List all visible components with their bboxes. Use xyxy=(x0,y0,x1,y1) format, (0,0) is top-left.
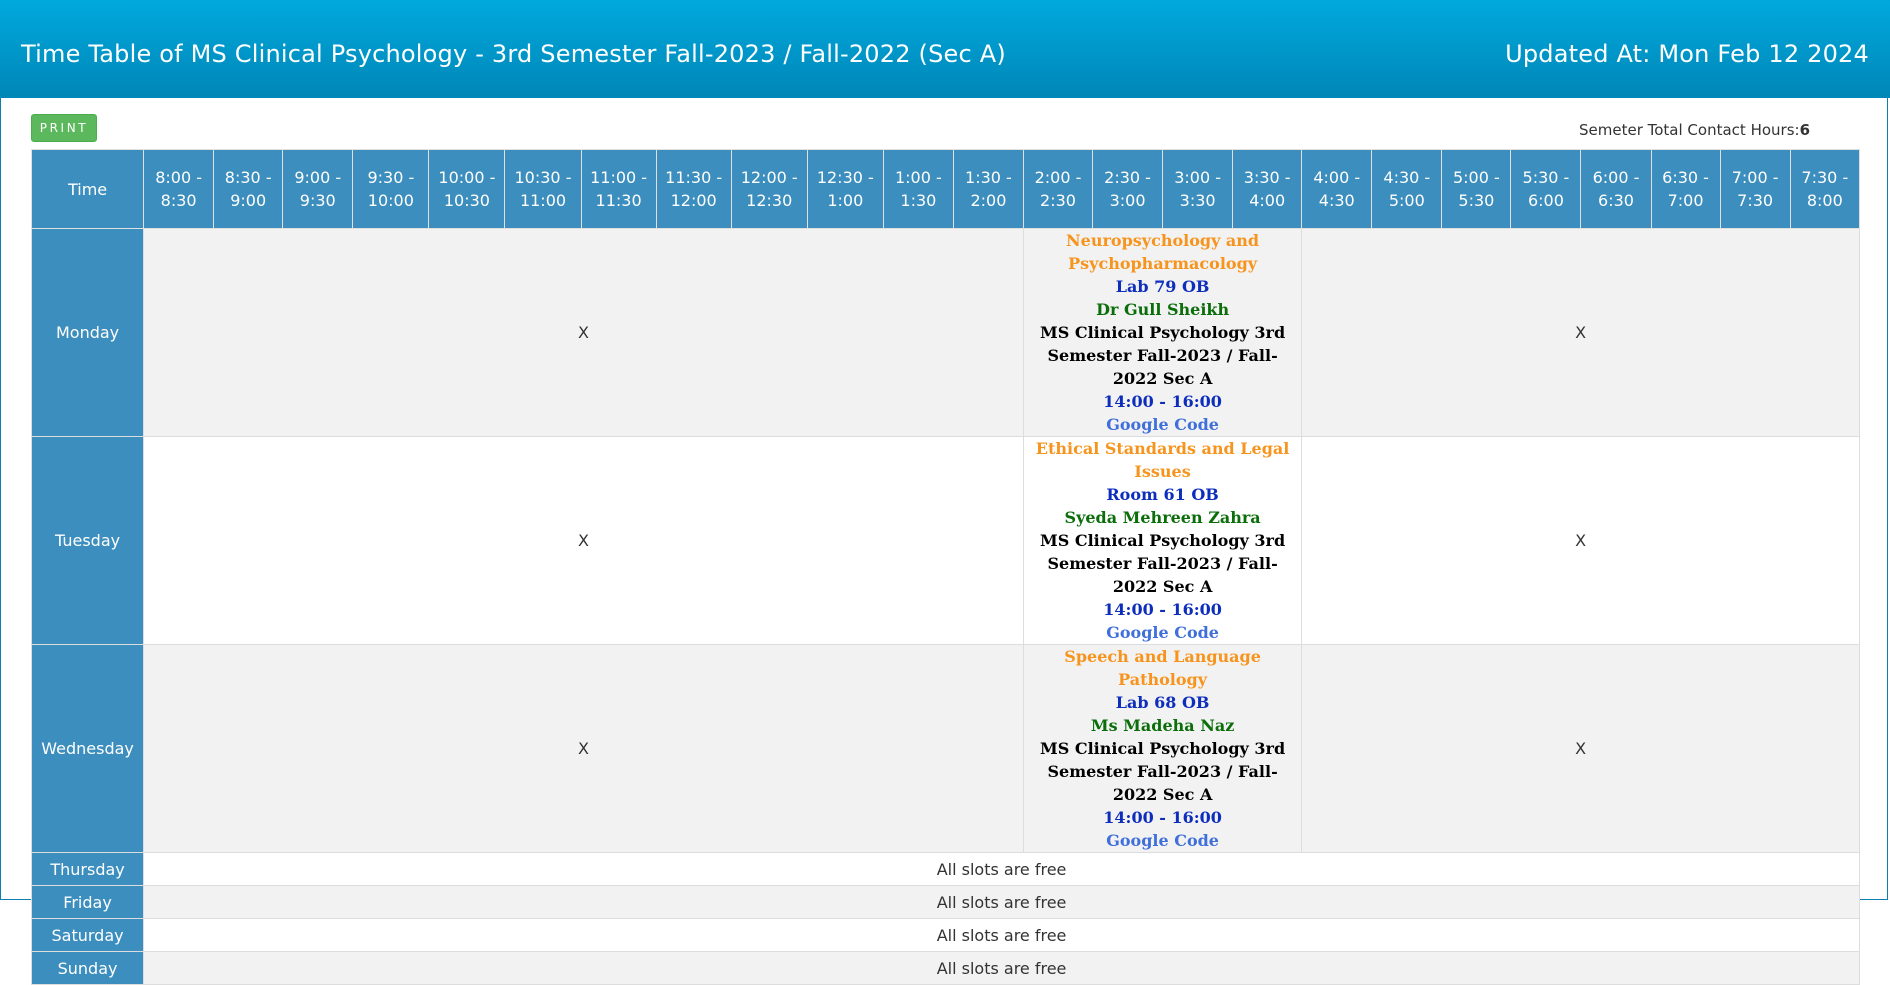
day-label: Thursday xyxy=(30,852,145,886)
slot-header: 1:00 - 1:30 xyxy=(882,149,954,229)
google-code-link[interactable]: Google Code xyxy=(1024,829,1301,852)
slot-header: 2:00 - 2:30 xyxy=(1022,149,1094,229)
slot-header: 2:30 - 3:00 xyxy=(1092,149,1164,229)
day-row-wednesday: Wednesday X Speech and Language Patholog… xyxy=(30,644,1860,853)
class-subject: Ethical Standards and Legal Issues xyxy=(1035,439,1290,481)
class-block[interactable]: Ethical Standards and Legal Issues Room … xyxy=(1022,436,1303,645)
contact-hours-label: Semeter Total Contact Hours: xyxy=(1579,121,1800,139)
print-button[interactable]: PRINT xyxy=(31,114,97,142)
slot-header: 4:00 - 4:30 xyxy=(1301,149,1373,229)
class-time: 14:00 - 16:00 xyxy=(1103,392,1222,411)
class-room: Lab 68 OB xyxy=(1115,693,1210,712)
slot-header: 1:30 - 2:00 xyxy=(952,149,1024,229)
google-code-link[interactable]: Google Code xyxy=(1024,621,1301,644)
slot-header: 10:00 - 10:30 xyxy=(428,149,506,229)
class-teacher: Ms Madeha Naz xyxy=(1090,716,1235,735)
free-slots-message: All slots are free xyxy=(143,918,1860,952)
free-slots-message: All slots are free xyxy=(143,885,1860,919)
contact-hours: Semeter Total Contact Hours:6 xyxy=(1579,121,1810,139)
day-label: Wednesday xyxy=(30,644,145,853)
slot-header: 3:30 - 4:00 xyxy=(1232,149,1303,229)
free-slots-message: All slots are free xyxy=(143,852,1860,886)
empty-slot: X xyxy=(143,644,1024,853)
class-teacher: Syeda Mehreen Zahra xyxy=(1064,508,1261,527)
class-subject: Neuropsychology and Psychopharmacology xyxy=(1066,231,1260,273)
page-title: Time Table of MS Clinical Psychology - 3… xyxy=(21,40,1006,68)
slot-header: 5:00 - 5:30 xyxy=(1441,149,1512,229)
slot-header: 3:00 - 3:30 xyxy=(1162,149,1234,229)
google-code-link[interactable]: Google Code xyxy=(1024,413,1301,436)
day-label: Monday xyxy=(30,228,145,437)
slot-header: 8:00 - 8:30 xyxy=(143,149,215,229)
day-row-tuesday: Tuesday X Ethical Standards and Legal Is… xyxy=(30,436,1860,645)
slot-header: 9:00 - 9:30 xyxy=(282,149,354,229)
day-row-sunday: Sunday All slots are free xyxy=(30,951,1860,985)
contact-hours-value: 6 xyxy=(1799,121,1810,139)
class-section: MS Clinical Psychology 3rd Semester Fall… xyxy=(1040,739,1286,804)
slot-header: 12:30 - 1:00 xyxy=(806,149,884,229)
class-section: MS Clinical Psychology 3rd Semester Fall… xyxy=(1040,531,1286,596)
slot-header: 6:30 - 7:00 xyxy=(1650,149,1721,229)
free-slots-message: All slots are free xyxy=(143,951,1860,985)
slot-header: 9:30 - 10:00 xyxy=(352,149,430,229)
slot-header: 7:00 - 7:30 xyxy=(1719,149,1791,229)
class-block[interactable]: Neuropsychology and Psychopharmacology L… xyxy=(1022,228,1303,437)
class-time: 14:00 - 16:00 xyxy=(1103,808,1222,827)
class-section: MS Clinical Psychology 3rd Semester Fall… xyxy=(1040,323,1286,388)
slot-header: 6:00 - 6:30 xyxy=(1580,149,1652,229)
empty-slot: X xyxy=(1301,228,1860,437)
day-row-thursday: Thursday All slots are free xyxy=(30,852,1860,886)
slot-header: 11:00 - 11:30 xyxy=(580,149,657,229)
day-label: Tuesday xyxy=(30,436,145,645)
empty-slot: X xyxy=(143,228,1024,437)
slot-header: 8:30 - 9:00 xyxy=(213,149,284,229)
slot-header: 10:30 - 11:00 xyxy=(504,149,582,229)
class-subject: Speech and Language Pathology xyxy=(1064,647,1261,689)
day-label: Saturday xyxy=(30,918,145,952)
slot-header: 5:30 - 6:00 xyxy=(1510,149,1582,229)
day-label: Sunday xyxy=(30,951,145,985)
time-header: Time xyxy=(30,149,145,229)
empty-slot: X xyxy=(143,436,1024,645)
slot-header: 7:30 - 8:00 xyxy=(1789,149,1861,229)
class-room: Lab 79 OB xyxy=(1115,277,1210,296)
day-row-monday: Monday X Neuropsychology and Psychopharm… xyxy=(30,228,1860,437)
class-room: Room 61 OB xyxy=(1106,485,1219,504)
empty-slot: X xyxy=(1301,436,1860,645)
day-label: Friday xyxy=(30,885,145,919)
slot-header: 11:30 - 12:00 xyxy=(655,149,732,229)
day-row-friday: Friday All slots are free xyxy=(30,885,1860,919)
timetable: Time 8:00 - 8:30 8:30 - 9:00 9:00 - 9:30… xyxy=(30,149,1861,985)
class-teacher: Dr Gull Sheikh xyxy=(1096,300,1230,319)
updated-at: Updated At: Mon Feb 12 2024 xyxy=(1505,40,1869,68)
day-row-saturday: Saturday All slots are free xyxy=(30,918,1860,952)
class-block[interactable]: Speech and Language Pathology Lab 68 OB … xyxy=(1022,644,1303,853)
slot-header: 12:00 - 12:30 xyxy=(730,149,808,229)
empty-slot: X xyxy=(1301,644,1860,853)
page-header: Time Table of MS Clinical Psychology - 3… xyxy=(0,0,1890,98)
time-header-row: Time 8:00 - 8:30 8:30 - 9:00 9:00 - 9:30… xyxy=(30,149,1861,229)
class-time: 14:00 - 16:00 xyxy=(1103,600,1222,619)
slot-header: 4:30 - 5:00 xyxy=(1371,149,1443,229)
